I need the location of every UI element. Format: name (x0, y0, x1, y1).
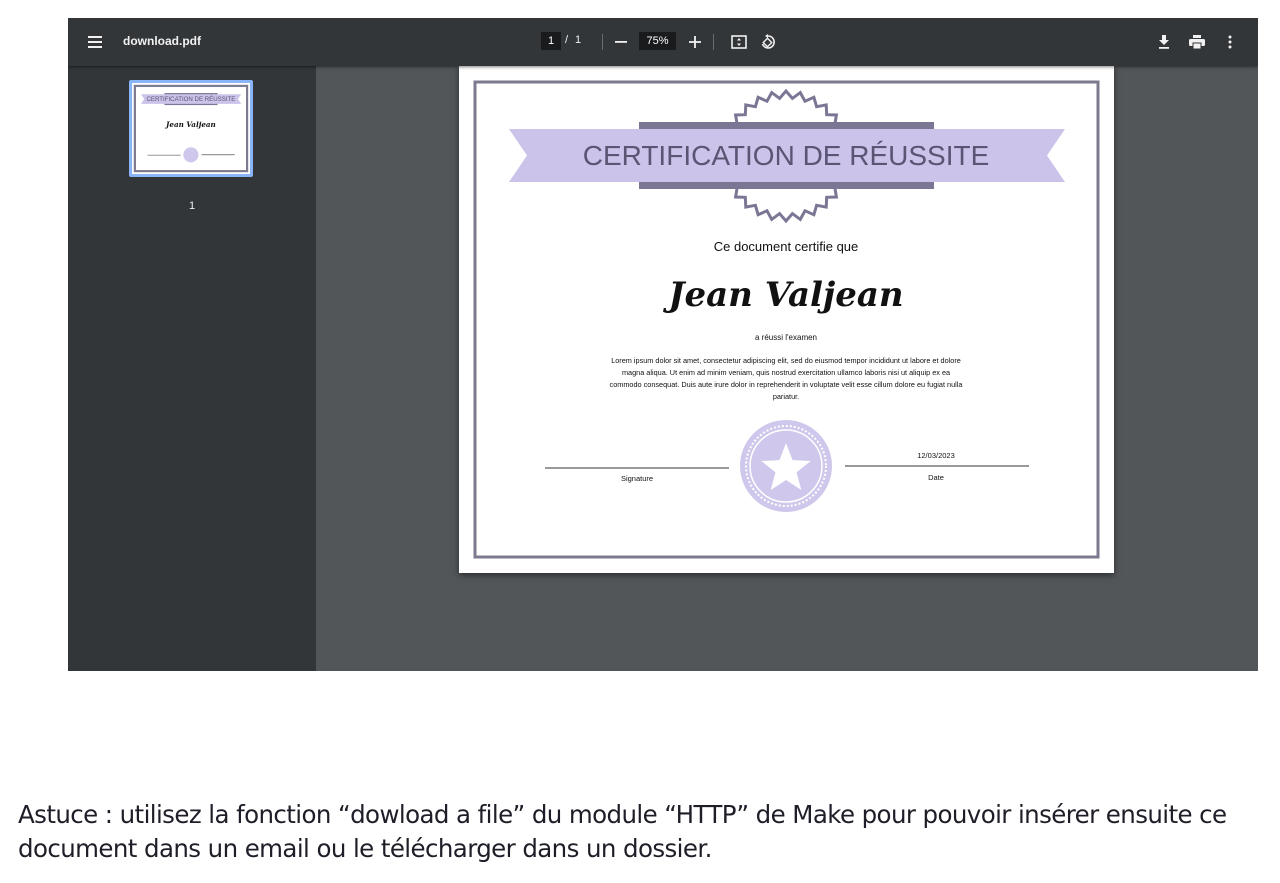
recipient-name: Jean Valjean (662, 275, 903, 315)
toolbar-divider (602, 34, 603, 50)
certificate-title: CERTIFICATION DE RÉUSSITE (583, 140, 990, 171)
body-line: magna aliqua. Ut enim ad minim veniam, q… (622, 368, 951, 377)
body-line: Lorem ipsum dolor sit amet, consectetur … (611, 356, 961, 365)
thumbnail-recipient: Jean Valjean (164, 120, 216, 129)
toolbar-divider (713, 34, 714, 50)
page-separator: / (565, 34, 569, 46)
achievement-text: a réussi l'examen (755, 333, 817, 342)
body-line: pariatur. (773, 392, 799, 401)
body-line: commodo consequat. Duis aute irure dolor… (610, 380, 964, 389)
certificate-canvas: CERTIFICATION DE RÉUSSITE Ce document ce… (473, 80, 1100, 559)
current-page-input[interactable]: 1 (541, 32, 561, 50)
signature-label: Signature (621, 474, 653, 483)
pdf-viewer: download.pdf 1 / 1 75% CERTIFICATION DE … (68, 18, 1258, 671)
date-label: Date (928, 473, 944, 482)
download-icon[interactable] (1152, 30, 1176, 54)
seal-icon (740, 420, 832, 512)
print-icon[interactable] (1185, 30, 1209, 54)
zoom-level-input[interactable]: 75% (639, 32, 676, 50)
ribbon-top-bar (639, 122, 934, 129)
menu-icon[interactable] (83, 30, 107, 54)
tip-caption-line: Astuce : utilisez la fonction “dowload a… (18, 800, 1227, 829)
date-value: 12/03/2023 (917, 451, 955, 460)
pdf-toolbar: download.pdf 1 / 1 75% (68, 18, 1258, 66)
tip-caption: Astuce : utilisez la fonction “dowload a… (18, 798, 1268, 866)
minus-icon[interactable] (609, 30, 633, 54)
file-name: download.pdf (123, 34, 201, 48)
page-thumbnail[interactable]: CERTIFICATION DE RÉUSSITE Jean Valjean (129, 80, 253, 177)
more-vert-icon[interactable] (1218, 30, 1242, 54)
certificate-intro: Ce document certifie que (714, 239, 859, 254)
tip-caption-line: document dans un email ou le télécharger… (18, 834, 712, 863)
thumbnail-sidebar: CERTIFICATION DE RÉUSSITE Jean Valjean 1 (68, 66, 316, 671)
thumbnail-title: CERTIFICATION DE RÉUSSITE (146, 96, 235, 103)
total-pages: 1 (575, 34, 582, 46)
thumbnail-page-number: 1 (188, 200, 196, 212)
rotate-icon[interactable] (756, 30, 780, 54)
fit-to-page-icon[interactable] (727, 30, 751, 54)
plus-icon[interactable] (683, 30, 707, 54)
pdf-page: CERTIFICATION DE RÉUSSITE Ce document ce… (459, 66, 1114, 573)
ribbon-bottom-bar (639, 182, 934, 189)
